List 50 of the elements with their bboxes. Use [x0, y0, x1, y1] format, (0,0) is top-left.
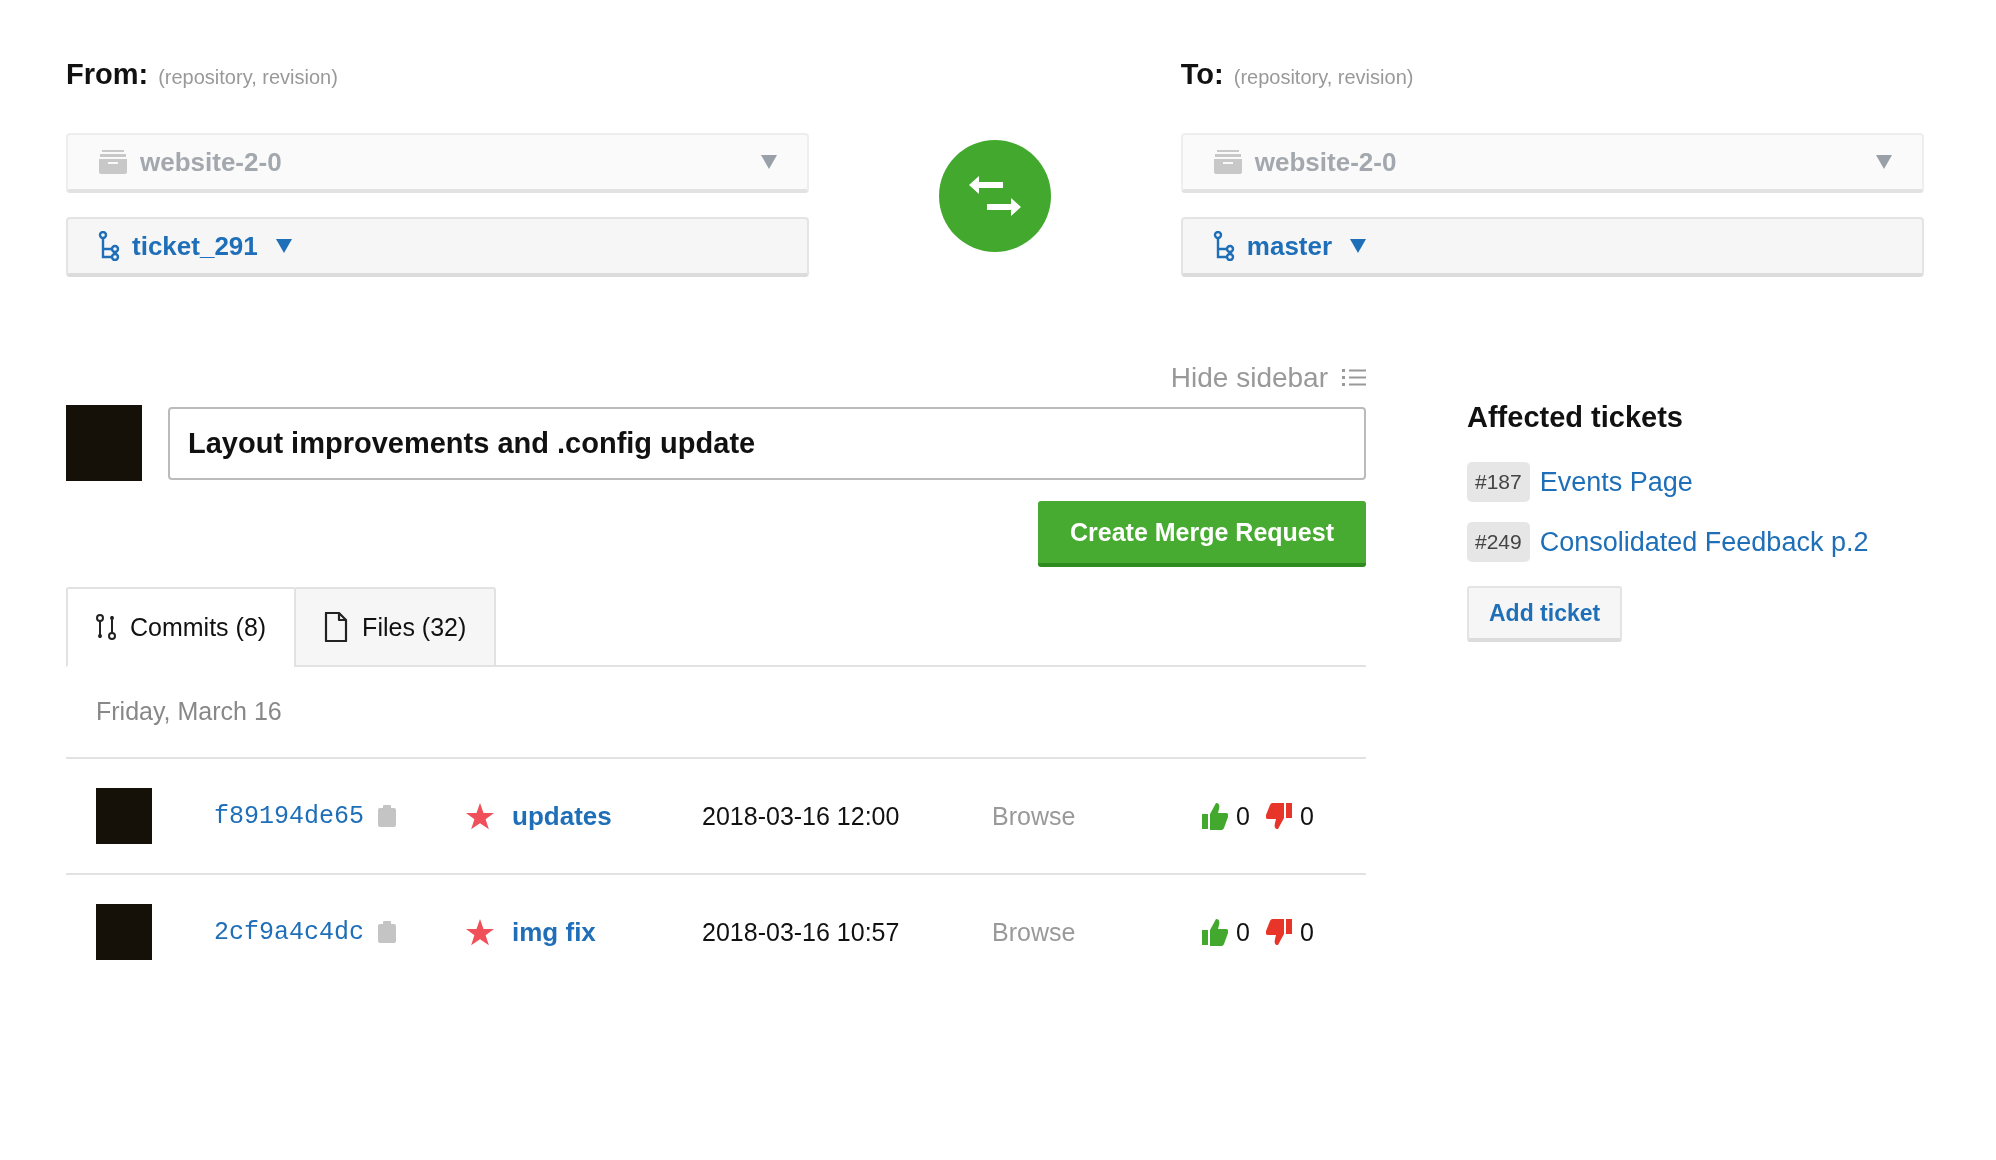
- commits-icon: [96, 614, 116, 640]
- title-input-field[interactable]: Layout improvements and .config update: [168, 406, 1366, 480]
- ticket-link[interactable]: Events Page: [1539, 466, 1693, 498]
- clipboard-icon[interactable]: [378, 805, 397, 827]
- caret-icon: [1876, 155, 1892, 169]
- file-icon: [324, 612, 349, 642]
- commit-hash-link[interactable]: 2cf9a4c4dc: [214, 917, 365, 947]
- thumbs-down-icon[interactable]: [1265, 802, 1292, 830]
- thumbs-up-icon[interactable]: [1202, 918, 1229, 946]
- branch-select[interactable]: ticket_291: [66, 217, 810, 277]
- create-merge-request-button[interactable]: Create Merge Request: [1038, 501, 1366, 567]
- like-count: 0: [1236, 917, 1250, 947]
- hide-sidebar-button[interactable]: Hide sidebar: [1170, 361, 1366, 395]
- archive-box-icon: [1212, 150, 1243, 174]
- caret-icon: [275, 239, 292, 253]
- archive-box-icon: [98, 150, 128, 174]
- dislike-count: 0: [1299, 801, 1314, 831]
- avatar-photo-placeholder: [96, 904, 152, 960]
- commit-time: 2018-03-16 12:00: [702, 801, 901, 831]
- list-icon: [1342, 368, 1366, 388]
- browse-link[interactable]: Browse: [992, 917, 1203, 947]
- branch-icon: [1212, 231, 1235, 261]
- browse-link[interactable]: Browse: [992, 801, 1203, 831]
- section-hint: (repository, revision): [1233, 66, 1414, 89]
- caret-icon: [1350, 239, 1367, 253]
- section-label: To:: [1180, 58, 1224, 91]
- caret-icon: [761, 155, 778, 169]
- like-count: 0: [1236, 801, 1250, 831]
- ticket-number: #249: [1467, 522, 1530, 562]
- section-hint: (repository, revision): [158, 66, 338, 89]
- commit-time: 2018-03-16 10:57: [702, 917, 901, 947]
- clipboard-icon[interactable]: [378, 921, 397, 943]
- ticket-number: #187: [1467, 462, 1530, 502]
- swap-arrows-button[interactable]: [939, 140, 1051, 252]
- section-label: From:: [66, 58, 149, 91]
- commit-message-link[interactable]: img fix: [512, 916, 703, 948]
- thumbs-up-icon[interactable]: [1202, 802, 1229, 830]
- branch-icon: [98, 231, 120, 261]
- tab[interactable]: Files (32): [294, 587, 497, 667]
- sidebar-title: Affected tickets: [1467, 401, 1684, 434]
- commit-hash-link[interactable]: f89194de65: [214, 801, 365, 831]
- date-heading: Friday, March 16: [66, 667, 1366, 759]
- thumbs-down-icon[interactable]: [1265, 918, 1292, 946]
- branch-select[interactable]: master: [1180, 217, 1924, 277]
- ticket-link[interactable]: Consolidated Feedback p.2: [1539, 526, 1869, 558]
- add-ticket-button[interactable]: Add ticket: [1467, 586, 1623, 642]
- tab[interactable]: Commits (8): [66, 587, 297, 667]
- avatar-photo-placeholder: [96, 788, 152, 844]
- dislike-count: 0: [1299, 917, 1314, 947]
- commit-message-link[interactable]: updates: [512, 800, 703, 832]
